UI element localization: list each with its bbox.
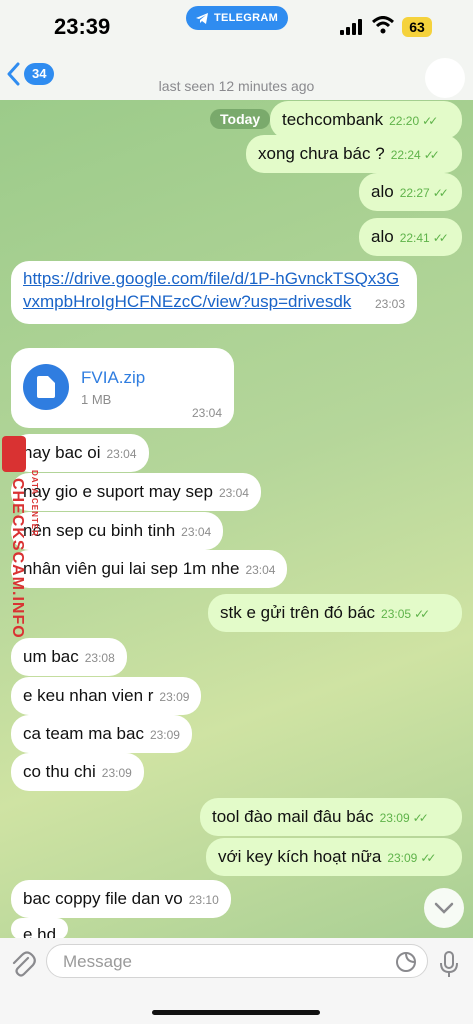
watermark-site: CHECKSCAM.INFO — [9, 478, 26, 639]
cellular-signal-icon — [340, 19, 362, 35]
telegram-icon — [195, 12, 208, 24]
message-time: 22:20 — [389, 114, 420, 128]
read-check-icon: ✓✓ — [420, 851, 436, 865]
message-time: 23:04 — [191, 406, 222, 420]
message-text: e keu nhan vien r — [23, 686, 154, 705]
file-name: FVIA.zip — [81, 368, 146, 387]
message-time: 23:09 — [101, 766, 132, 780]
message-bubble[interactable]: co thu chi 23:09 — [11, 753, 144, 791]
message-bubble[interactable]: alo 22:27 ✓✓ — [359, 173, 462, 211]
message-bubble[interactable]: nhân viên gui lai sep 1m nhe 23:04 — [11, 550, 288, 588]
file-message-bubble[interactable]: FVIA.zip 1 MB 23:04 — [11, 348, 234, 428]
message-text: tool đào mail đâu bác — [212, 807, 374, 826]
message-text: bac coppy file dan vo — [23, 889, 183, 908]
message-input-bar — [0, 938, 473, 1024]
read-check-icon: ✓✓ — [422, 114, 438, 128]
chat-header: 23:39 TELEGRAM 63 34 last seen 12 minute… — [0, 0, 473, 100]
document-icon — [37, 376, 55, 398]
message-time: 23:09 — [379, 811, 410, 825]
message-text: ca team ma bac — [23, 724, 144, 743]
message-bubble[interactable]: alo 22:41 ✓✓ — [359, 218, 462, 256]
message-text: techcombank — [282, 110, 384, 129]
wifi-icon — [372, 16, 394, 34]
message-text: co thu chi — [23, 762, 96, 781]
message-time: 22:41 — [399, 231, 430, 245]
scroll-down-button[interactable] — [424, 888, 464, 928]
message-text: nên sep cu binh tinh — [23, 521, 176, 540]
message-bubble[interactable]: với key kích hoạt nữa 23:09 ✓✓ — [206, 838, 462, 876]
read-check-icon: ✓✓ — [414, 607, 430, 621]
home-indicator — [152, 1010, 320, 1015]
chevron-down-icon — [434, 902, 454, 914]
message-time: 23:09 — [387, 851, 418, 865]
watermark-caption: DATA CENTER — [30, 470, 39, 537]
last-seen-status: last seen 12 minutes ago — [158, 78, 315, 94]
message-bubble[interactable]: ca team ma bac 23:09 — [11, 715, 192, 753]
message-text: nay gio e suport may sep — [23, 482, 213, 501]
message-text: alo — [371, 182, 394, 201]
lock-icon — [2, 436, 26, 472]
paperclip-icon[interactable] — [10, 950, 36, 978]
sticker-icon[interactable] — [395, 951, 417, 973]
read-check-icon: ✓✓ — [412, 811, 429, 825]
message-text: stk e gửi trên đó bác — [220, 603, 376, 622]
message-bubble[interactable]: techcombank 22:20 ✓✓ — [270, 101, 462, 139]
file-icon[interactable] — [23, 364, 69, 410]
message-bubble[interactable]: e hd — [11, 918, 69, 940]
message-text: um bac — [23, 647, 79, 666]
message-text: với key kích hoạt nữa — [218, 847, 382, 866]
date-separator: Today — [210, 109, 271, 129]
message-bubble[interactable]: e keu nhan vien r 23:09 — [11, 677, 202, 715]
telegram-pill-label: TELEGRAM — [213, 12, 279, 24]
message-time: 23:09 — [149, 728, 180, 742]
message-time: 23:04 — [245, 563, 276, 577]
message-bubble[interactable]: xong chưa bác ? 22:24 ✓✓ — [246, 135, 462, 173]
microphone-icon[interactable] — [438, 950, 460, 980]
status-time: 23:39 — [54, 14, 111, 39]
message-time: 23:10 — [188, 893, 219, 907]
message-time: 23:03 — [374, 297, 405, 311]
message-bubble[interactable]: nên sep cu binh tinh 23:04 — [11, 512, 224, 550]
link-message-bubble[interactable]: https://drive.google.com/file/d/1P-hGvnc… — [11, 261, 417, 324]
message-bubble[interactable]: bac coppy file dan vo 23:10 — [11, 880, 231, 918]
telegram-pill[interactable]: TELEGRAM — [186, 6, 288, 30]
watermark: CHECKSCAM.INFO — [0, 436, 30, 664]
message-field[interactable] — [46, 944, 428, 978]
message-text: nay bac oi — [23, 443, 101, 462]
message-input[interactable] — [61, 951, 365, 973]
read-check-icon: ✓✓ — [432, 186, 449, 200]
message-bubble[interactable]: nay bac oi 23:04 — [11, 434, 149, 472]
message-time: 23:04 — [106, 447, 137, 461]
message-text: nhân viên gui lai sep 1m nhe — [23, 559, 240, 578]
message-time: 22:27 — [399, 186, 430, 200]
read-check-icon: ✓✓ — [432, 231, 449, 245]
message-bubble[interactable]: stk e gửi trên đó bác 23:05 ✓✓ — [208, 594, 462, 632]
message-time: 22:24 — [390, 148, 421, 162]
read-check-icon: ✓✓ — [423, 148, 440, 162]
file-size: 1 MB — [81, 392, 112, 407]
message-time: 23:04 — [218, 486, 249, 500]
message-bubble[interactable]: nay gio e suport may sep 23:04 — [11, 473, 261, 511]
message-bubble[interactable]: tool đào mail đâu bác 23:09 ✓✓ — [200, 798, 462, 836]
message-time: 23:05 — [381, 607, 412, 621]
status-bar: 23:39 TELEGRAM 63 — [0, 0, 473, 56]
message-time: 23:09 — [159, 690, 190, 704]
message-time: 23:04 — [181, 525, 212, 539]
message-text: alo — [371, 227, 394, 246]
avatar[interactable] — [425, 58, 465, 98]
message-text: xong chưa bác ? — [258, 144, 385, 163]
drive-link[interactable]: https://drive.google.com/file/d/1P-hGvnc… — [23, 269, 399, 311]
message-time: 23:08 — [84, 651, 115, 665]
battery-indicator: 63 — [402, 17, 432, 37]
